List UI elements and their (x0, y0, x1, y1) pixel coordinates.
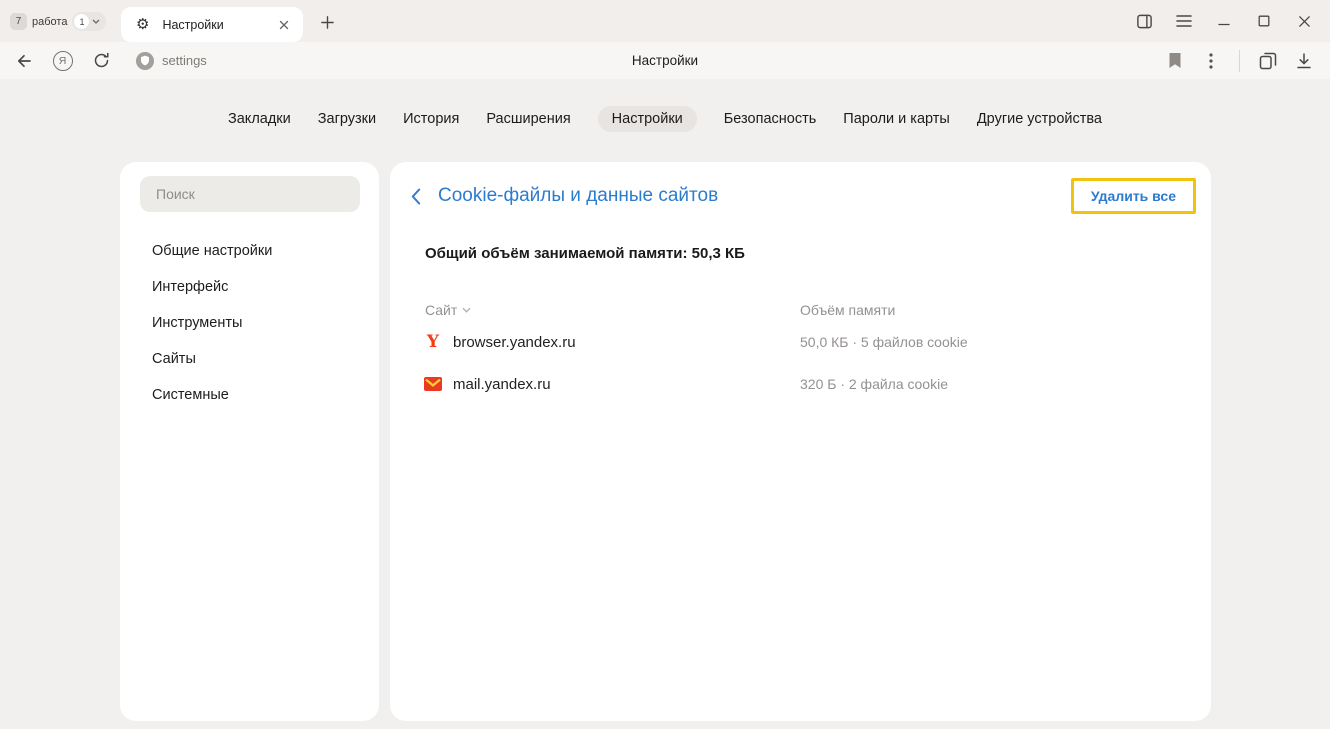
nav-item-security[interactable]: Безопасность (724, 106, 817, 132)
address-bar[interactable]: Я settings Настройки (0, 42, 1330, 79)
reload-icon[interactable] (82, 42, 121, 79)
nav-item-passwords[interactable]: Пароли и карты (843, 106, 950, 132)
close-button[interactable] (1284, 0, 1324, 42)
sidebar-item-interface[interactable]: Интерфейс (120, 269, 379, 305)
settings-nav: Закладки Загрузки История Расширения Нас… (0, 106, 1330, 132)
cookies-header: Cookie-файлы и данные сайтов Удалить все (390, 162, 1211, 214)
back-icon[interactable] (4, 42, 43, 79)
sidebar-menu: Общие настройки Интерфейс Инструменты Са… (120, 233, 379, 413)
storage-summary: Общий объём занимаемой памяти: 50,3 КБ (425, 245, 1211, 262)
sidebar-search[interactable] (140, 176, 360, 212)
download-icon[interactable] (1286, 42, 1322, 79)
column-size-label: Объём памяти (800, 302, 895, 318)
titlebar-controls (1124, 0, 1324, 42)
nav-item-settings[interactable]: Настройки (598, 106, 697, 132)
delete-all-button[interactable]: Удалить все (1071, 178, 1196, 214)
site-size: 50,0 КБ · 5 файлов cookie (800, 334, 968, 350)
nav-item-history[interactable]: История (403, 106, 459, 132)
yandex-mail-favicon (424, 377, 442, 391)
yandex-logo-letter: Я (59, 55, 67, 67)
menu-icon[interactable] (1164, 0, 1204, 42)
nav-item-bookmarks[interactable]: Закладки (228, 106, 291, 132)
table-row[interactable]: Y browser.yandex.ru 50,0 КБ · 5 файлов c… (390, 324, 1211, 360)
gear-icon: ⚙ (136, 17, 149, 32)
cookies-panel: Cookie-файлы и данные сайтов Удалить все… (390, 162, 1211, 721)
address-bar-right (1157, 42, 1322, 79)
browser-titlebar: 7 работа 1 ⚙ Настройки (0, 0, 1330, 42)
site-name: mail.yandex.ru (453, 376, 551, 393)
yandex-browser-favicon: Y (424, 334, 442, 351)
column-site-label[interactable]: Сайт (425, 302, 457, 318)
nav-item-downloads[interactable]: Загрузки (318, 106, 376, 132)
tab-group-collapse-pill[interactable]: 1 (72, 12, 106, 31)
nav-item-other-devices[interactable]: Другие устройства (977, 106, 1102, 132)
yandex-browser-icon[interactable]: Я (43, 42, 82, 79)
tab-group-count-badge: 7 (10, 13, 27, 30)
site-size: 320 Б · 2 файла cookie (800, 376, 948, 392)
page-title: Cookie-файлы и данные сайтов (438, 185, 718, 207)
omnibox[interactable]: settings (136, 52, 207, 70)
more-options-icon[interactable] (1193, 42, 1229, 79)
tab-settings[interactable]: ⚙ Настройки (121, 7, 303, 42)
new-tab-button[interactable] (318, 13, 336, 31)
tab-group-collapsed-count: 1 (74, 14, 89, 29)
sidebar-item-sites[interactable]: Сайты (120, 341, 379, 377)
search-input[interactable] (156, 186, 348, 202)
table-row[interactable]: mail.yandex.ru 320 Б · 2 файла cookie (390, 366, 1211, 402)
tab-title: Настройки (162, 18, 274, 32)
side-panel-icon[interactable] (1124, 0, 1164, 42)
url-text: settings (162, 53, 207, 68)
protect-badge-icon[interactable] (136, 52, 154, 70)
tab-close-icon[interactable] (274, 15, 294, 35)
back-chevron-icon[interactable] (403, 183, 429, 209)
address-bar-left: Я settings (4, 42, 207, 79)
chevron-down-icon (92, 19, 100, 24)
nav-item-extensions[interactable]: Расширения (486, 106, 570, 132)
site-name: browser.yandex.ru (453, 334, 576, 351)
minimize-button[interactable] (1204, 0, 1244, 42)
table-header: Сайт Объём памяти (390, 302, 1211, 318)
sidebar-item-system[interactable]: Системные (120, 377, 379, 413)
settings-sidebar: Общие настройки Интерфейс Инструменты Са… (120, 162, 379, 721)
sort-chevron-icon[interactable] (462, 307, 471, 313)
maximize-button[interactable] (1244, 0, 1284, 42)
toolbar-divider (1239, 50, 1240, 72)
tab-group-label: работа (32, 16, 67, 28)
tabs-panel-icon[interactable] (1250, 42, 1286, 79)
tab-group[interactable]: 7 работа 1 (10, 12, 106, 31)
sidebar-item-general[interactable]: Общие настройки (120, 233, 379, 269)
bookmark-icon[interactable] (1157, 42, 1193, 79)
sidebar-item-tools[interactable]: Инструменты (120, 305, 379, 341)
